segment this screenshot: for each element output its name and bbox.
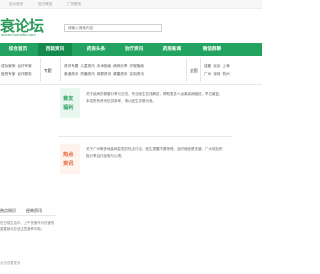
- subnav-group2-row-1: 成都 北京 上海: [204, 64, 232, 69]
- subnav-link[interactable]: 手术指南: [97, 64, 111, 68]
- wechat-link[interactable]: 官方微信: [38, 2, 52, 7]
- promo2-title-1: 热点: [63, 152, 74, 158]
- divider-line: [58, 136, 232, 137]
- promo-badge: 衰友 福利: [60, 88, 80, 118]
- promo-title-2: 福利: [63, 105, 74, 111]
- tab-hot-knowledge[interactable]: 热点知识: [0, 208, 16, 213]
- nav-item-4[interactable]: 药房新闻: [155, 43, 189, 56]
- promo-text: 关于疾病的健康分享与交流，专业医生在线解答，帮助更多人远离疾病困扰，早日康复。本…: [86, 92, 223, 103]
- site-logo[interactable]: 衰论坛 aixiachuanbbs.com: [0, 11, 56, 41]
- subnav-link[interactable]: 健康资讯: [113, 72, 127, 76]
- promo2-text: 关于广州等多地疾病复发的热点讨论，医生提醒不要惊慌，及时就医是关键。广大网友积极…: [86, 147, 223, 158]
- logo-domain: aixiachuanbbs.com: [1, 33, 36, 37]
- subnav-link[interactable]: 母婴资讯: [97, 72, 111, 76]
- subnav-left-link[interactable]: 医院专家: [1, 72, 15, 76]
- promo2-title-2: 资讯: [63, 161, 74, 167]
- promo-title-1: 衰友: [63, 96, 74, 102]
- city-link[interactable]: 成都: [204, 64, 211, 68]
- subnav-link[interactable]: 病例分享: [113, 64, 127, 68]
- subnav-link[interactable]: 药膳资讯: [80, 72, 94, 76]
- subnav-left-link[interactable]: 合作服务: [17, 72, 31, 76]
- divider: [40, 58, 41, 82]
- subnav-group-head: 全国: [190, 68, 198, 73]
- main-nav: 综合首页 西装资讯 药房头条 治疗资讯 药房新闻 微信群聊: [0, 43, 262, 56]
- nav-item-3[interactable]: 治疗资讯: [117, 43, 151, 56]
- subnav-left-link[interactable]: 治疗专家: [17, 64, 31, 68]
- search-input[interactable]: [65, 25, 161, 31]
- subnav-link[interactable]: 食谱资讯: [64, 72, 78, 76]
- subnav-left-link[interactable]: 成功案例: [1, 64, 15, 68]
- divider-line: [0, 215, 56, 216]
- subnav-group1-row-1: 资讯专题 儿童资讯 手术指南 病例分享 疗程指南: [64, 64, 146, 69]
- subnav-link[interactable]: 疗程指南: [130, 64, 144, 68]
- tab-classic-news[interactable]: 经典资讯: [26, 208, 42, 213]
- nav-item-5[interactable]: 微信群聊: [192, 43, 232, 56]
- divider: [200, 58, 201, 82]
- subnav-group1-row-2: 食谱资讯 药膳资讯 母婴资讯 健康资讯 实用资讯: [64, 72, 146, 77]
- subnav-left-row-1: 成功案例 治疗专家: [1, 64, 34, 69]
- subnav-link[interactable]: 资讯专题: [64, 64, 78, 68]
- city-link[interactable]: 上海: [222, 64, 229, 68]
- subnav-link[interactable]: 儿童资讯: [80, 64, 94, 68]
- subnav-link[interactable]: 实用资讯: [130, 72, 144, 76]
- ad-contact-link[interactable]: 广告联系: [67, 2, 81, 7]
- nav-item-1[interactable]: 西装资讯: [38, 43, 72, 56]
- left-article-snippet[interactable]: 在日常生活中，上午饮食作为饮食的重要部分应该注意营养平衡。: [0, 220, 55, 232]
- set-homepage-link[interactable]: 设为首页: [9, 2, 23, 7]
- top-bar: 设为首页 官方微信 广告联系: [0, 0, 262, 9]
- left-tabs: 热点知识 经典资讯: [0, 208, 52, 214]
- promo-badge-2: 热点 资讯: [60, 144, 80, 174]
- city-link[interactable]: 广州: [204, 72, 211, 76]
- subnav-left-row-2: 医院专家 合作服务: [1, 72, 34, 77]
- more-link[interactable]: 点击查看更多: [0, 260, 20, 265]
- subnav-group-head: 专题: [44, 68, 52, 73]
- city-link[interactable]: 深圳: [213, 72, 220, 76]
- city-link[interactable]: 杭州: [222, 72, 229, 76]
- divider: [60, 58, 61, 82]
- city-link[interactable]: 北京: [213, 64, 220, 68]
- subnav-group2-row-2: 广州 深圳 杭州: [204, 72, 232, 77]
- divider-line: [0, 84, 262, 85]
- nav-item-0[interactable]: 综合首页: [0, 43, 36, 56]
- nav-item-2[interactable]: 药房头条: [78, 43, 114, 56]
- divider: [186, 58, 187, 82]
- search-box[interactable]: [64, 24, 162, 32]
